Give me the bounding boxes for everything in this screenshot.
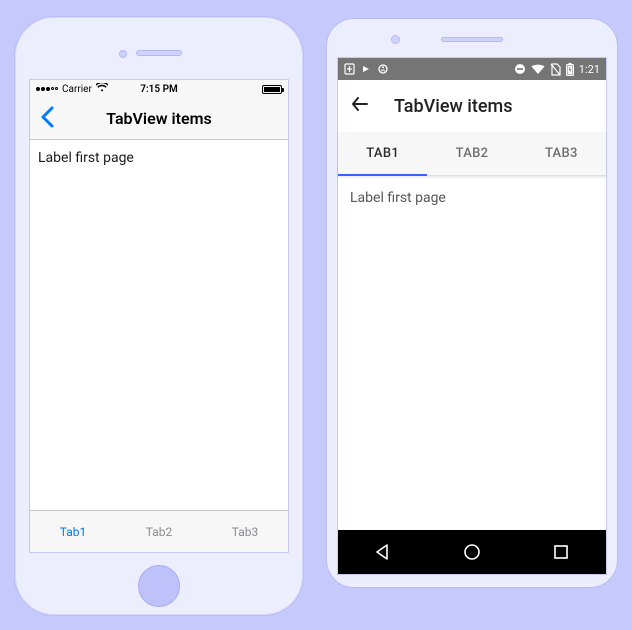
tab-tab1[interactable]: Tab1 bbox=[30, 511, 116, 552]
content-label: Label first page bbox=[350, 190, 446, 206]
carrier-label: Carrier bbox=[62, 84, 92, 95]
iphone-screen: Carrier 7:15 PM TabView items Label firs… bbox=[29, 79, 289, 553]
iphone-home-button[interactable] bbox=[138, 565, 180, 607]
tab-label: Tab2 bbox=[146, 525, 173, 539]
tab-label: TAB2 bbox=[456, 146, 489, 161]
back-arrow-icon[interactable] bbox=[350, 94, 370, 119]
content-label: Label first page bbox=[38, 150, 134, 166]
android-status-bar: 1:21 bbox=[338, 58, 606, 80]
signal-icon bbox=[36, 87, 58, 91]
iphone-speaker bbox=[136, 50, 182, 56]
android-app-bar: TabView items bbox=[338, 80, 606, 132]
ios-tab-bar: Tab1 Tab2 Tab3 bbox=[30, 510, 288, 552]
tab-tab2[interactable]: TAB2 bbox=[427, 132, 516, 175]
nav-recents-icon[interactable] bbox=[551, 542, 571, 562]
wifi-icon bbox=[531, 64, 545, 75]
tab-tab2[interactable]: Tab2 bbox=[116, 511, 202, 552]
ios-navigation-bar: TabView items bbox=[30, 98, 288, 140]
page-title: TabView items bbox=[394, 96, 512, 117]
android-camera bbox=[391, 35, 400, 44]
tab-tab1[interactable]: TAB1 bbox=[338, 132, 427, 175]
nav-back-icon[interactable] bbox=[373, 542, 393, 562]
android-screen: 1:21 TabView items TAB1 TAB2 TAB3 Label … bbox=[337, 57, 607, 575]
tab-tab3[interactable]: TAB3 bbox=[517, 132, 606, 175]
tab-label: Tab3 bbox=[232, 525, 259, 539]
dnd-icon bbox=[514, 63, 526, 75]
no-sim-icon bbox=[550, 63, 561, 76]
android-device-frame: 1:21 TabView items TAB1 TAB2 TAB3 Label … bbox=[326, 18, 618, 588]
wifi-icon bbox=[96, 83, 108, 95]
iphone-camera bbox=[119, 50, 127, 58]
battery-icon bbox=[262, 85, 282, 94]
android-speaker bbox=[441, 37, 503, 42]
android-content-area: Label first page bbox=[338, 176, 606, 530]
back-chevron-icon[interactable] bbox=[36, 106, 58, 132]
battery-icon bbox=[566, 63, 574, 76]
android-tab-bar: TAB1 TAB2 TAB3 bbox=[338, 132, 606, 176]
status-icon bbox=[377, 63, 389, 75]
status-time: 1:21 bbox=[579, 63, 600, 76]
android-navigation-bar bbox=[338, 530, 606, 574]
iphone-device-frame: Carrier 7:15 PM TabView items Label firs… bbox=[14, 16, 304, 616]
nav-home-icon[interactable] bbox=[462, 542, 482, 562]
tab-label: TAB3 bbox=[545, 146, 578, 161]
ios-content-area: Label first page bbox=[30, 140, 288, 510]
status-time: 7:15 PM bbox=[140, 84, 178, 95]
status-icon bbox=[344, 63, 355, 75]
ios-status-bar: Carrier 7:15 PM bbox=[30, 80, 288, 98]
status-icon bbox=[360, 63, 372, 75]
tab-label: Tab1 bbox=[60, 525, 87, 539]
tab-label: TAB1 bbox=[366, 146, 399, 161]
tab-tab3[interactable]: Tab3 bbox=[202, 511, 288, 552]
page-title: TabView items bbox=[106, 109, 212, 128]
